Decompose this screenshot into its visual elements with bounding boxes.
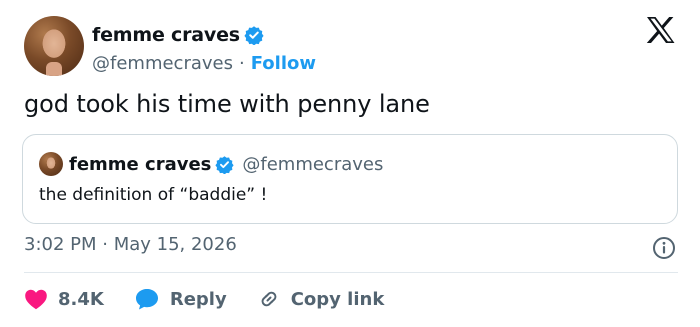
verified-badge-icon [244, 26, 264, 45]
quoted-text: the definition of “baddie” ! [39, 185, 268, 205]
separator-dot: · [239, 52, 245, 74]
author-handle-row: @femmecraves · Follow [92, 50, 316, 76]
reply-button[interactable]: Reply [134, 287, 227, 311]
action-bar: 8.4K Reply Copy link [24, 284, 414, 314]
quoted-display-name: femme craves [69, 153, 212, 175]
author-display-name[interactable]: femme craves [92, 24, 240, 46]
copy-link-label: Copy link [290, 288, 385, 310]
avatar[interactable] [24, 16, 84, 76]
info-icon[interactable] [652, 236, 676, 260]
follow-button[interactable]: Follow [251, 53, 316, 74]
tweet-header: femme craves @femmecraves · Follow [24, 16, 684, 78]
quoted-author-row: femme craves @femmecraves [69, 151, 383, 177]
tweet-timestamp[interactable]: 3:02 PM · May 15, 2026 [24, 234, 237, 255]
x-logo-icon[interactable] [646, 16, 676, 44]
copy-link-button[interactable]: Copy link [257, 287, 385, 311]
divider [24, 272, 678, 273]
like-button[interactable]: 8.4K [24, 288, 104, 310]
author-name-row: femme craves [92, 22, 264, 48]
link-icon [261, 291, 277, 307]
reply-label: Reply [169, 288, 227, 310]
like-count: 8.4K [58, 288, 104, 310]
quoted-tweet[interactable]: femme craves @femmecraves the definition… [22, 134, 678, 224]
reply-bubble-icon [135, 289, 158, 310]
author-handle[interactable]: @femmecraves [92, 53, 233, 74]
heart-icon [25, 289, 47, 310]
verified-badge-icon [215, 155, 234, 174]
tweet-text: god took his time with penny lane [24, 90, 430, 118]
quoted-avatar [39, 152, 63, 176]
quoted-handle: @femmecraves [242, 153, 384, 175]
